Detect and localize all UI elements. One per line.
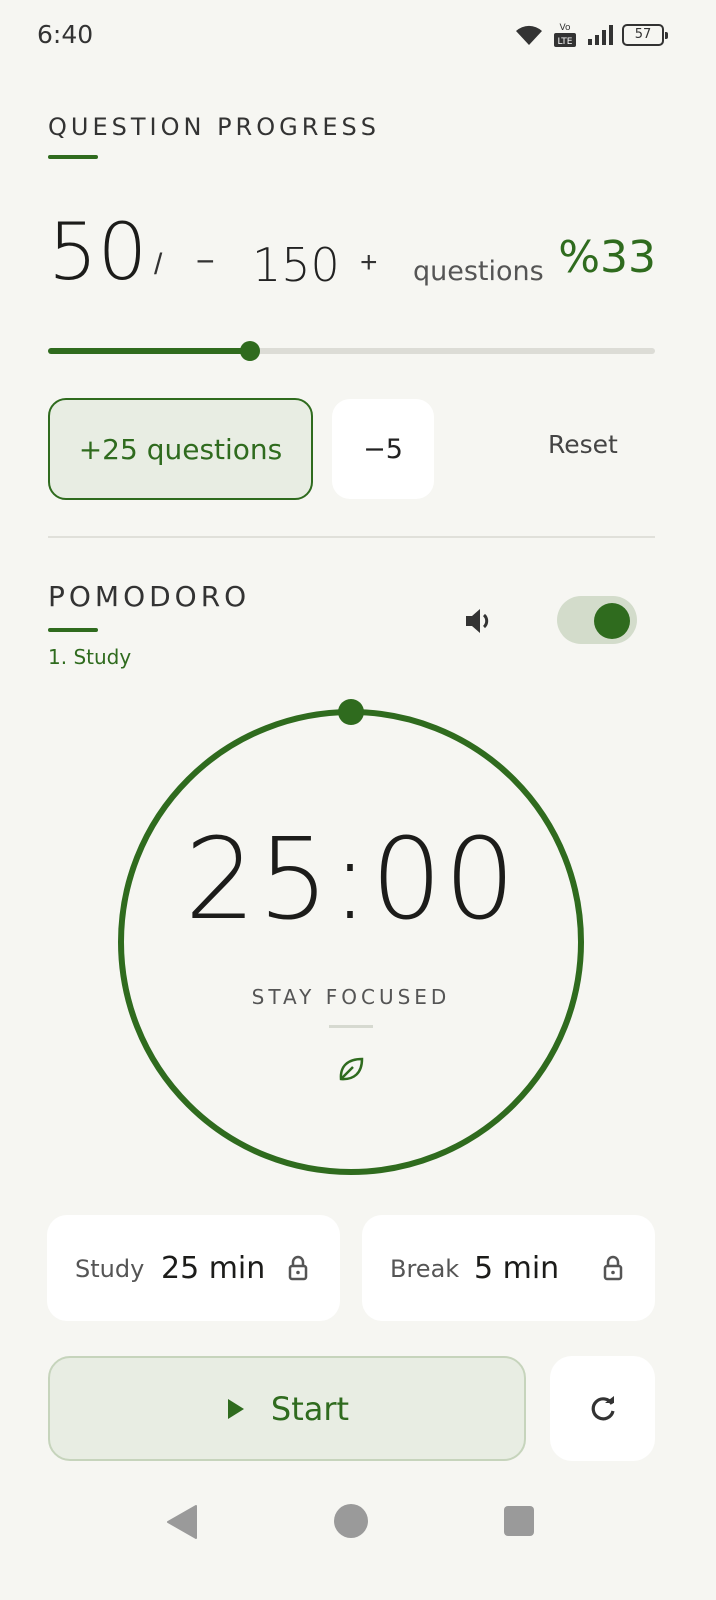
- timer-ring: [118, 699, 584, 1175]
- refresh-icon: [591, 1395, 615, 1420]
- break-label: Break: [390, 1255, 460, 1283]
- timer-subtitle: STAY FOCUSED: [251, 985, 451, 1009]
- break-value: 5 min: [474, 1251, 560, 1286]
- leaf-icon: [339, 1057, 364, 1081]
- recents-icon[interactable]: [504, 1506, 534, 1536]
- break-duration-card[interactable]: Break 5 min: [362, 1215, 655, 1321]
- back-icon[interactable]: [166, 1504, 198, 1540]
- start-label: Start: [270, 1389, 350, 1428]
- lock-icon[interactable]: [602, 1255, 624, 1281]
- timer-display: 25:00: [184, 815, 518, 945]
- study-value: 25 min: [161, 1251, 266, 1286]
- study-duration-card[interactable]: Study 25 min: [47, 1215, 340, 1321]
- home-icon[interactable]: [334, 1504, 368, 1538]
- study-label: Study: [75, 1255, 145, 1283]
- timer-ring-handle[interactable]: [338, 699, 364, 725]
- timer-rule: [329, 1025, 373, 1028]
- lock-icon[interactable]: [287, 1255, 309, 1281]
- restart-button[interactable]: [550, 1356, 655, 1461]
- play-icon: [227, 1398, 244, 1419]
- start-button[interactable]: Start: [48, 1356, 526, 1461]
- system-nav-bar: [0, 1480, 716, 1600]
